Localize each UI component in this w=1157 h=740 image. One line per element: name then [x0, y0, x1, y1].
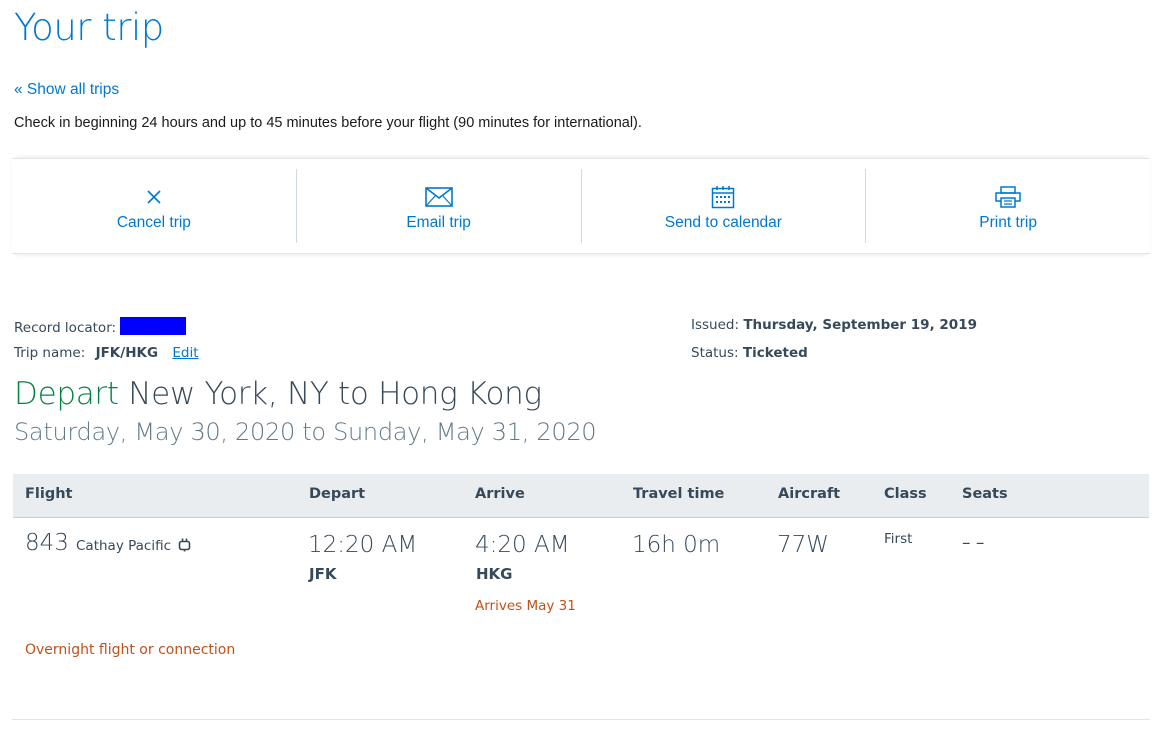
envelope-icon [424, 184, 453, 210]
arrives-next-day-note: Arrives May 31 [475, 598, 576, 614]
edit-trip-name-link[interactable]: Edit [172, 345, 198, 361]
travel-time: 16h 0m [632, 532, 721, 558]
flight-number: 843 [25, 530, 69, 556]
depart-time: 12:20 AM [308, 532, 418, 558]
issued-value: Thursday, September 19, 2019 [743, 317, 977, 333]
record-locator: Record locator: [14, 317, 187, 336]
column-travel-time: Travel time [633, 486, 725, 502]
power-outlet-icon [178, 537, 191, 556]
column-class: Class [884, 486, 927, 502]
column-arrive: Arrive [475, 486, 525, 502]
section-divider [12, 719, 1150, 721]
column-flight: Flight [25, 486, 73, 502]
arrive-airport: HKG [476, 565, 513, 583]
trip-name-value: JFK/HKG [95, 345, 159, 361]
seats-value: – – [962, 533, 985, 553]
status-label: Status: [691, 345, 739, 361]
trip-actions-bar: Cancel trip Email trip Send to calendar … [12, 158, 1150, 254]
column-seats: Seats [962, 486, 1008, 502]
print-trip-label: Print trip [979, 214, 1037, 231]
issued-label: Issued: [691, 317, 740, 333]
email-trip-label: Email trip [406, 214, 471, 231]
record-locator-label: Record locator: [14, 320, 117, 336]
close-icon [146, 184, 162, 210]
show-all-trips-link[interactable]: « Show all trips [14, 81, 119, 99]
calendar-icon [711, 184, 735, 210]
redacted-record-locator [120, 317, 187, 335]
page-title: Your trip [14, 6, 164, 49]
column-aircraft: Aircraft [778, 486, 841, 502]
ticket-status: Status: Ticketed [691, 345, 808, 361]
cancel-trip-button[interactable]: Cancel trip [12, 169, 296, 243]
overnight-note: Overnight flight or connection [25, 642, 236, 658]
flight-table-header: Flight Depart Arrive Travel time Aircraf… [13, 474, 1149, 518]
depart-airport: JFK [309, 565, 337, 583]
arrive-time: 4:20 AM [475, 532, 570, 558]
email-trip-button[interactable]: Email trip [295, 169, 581, 243]
cancel-trip-label: Cancel trip [116, 214, 191, 231]
flight-cell: 843 Cathay Pacific [25, 530, 191, 556]
route-text: New York, NY to Hong Kong [128, 376, 542, 412]
depart-word: Depart [14, 376, 119, 412]
checkin-note: Check in beginning 24 hours and up to 45… [14, 115, 642, 131]
status-value: Ticketed [742, 345, 808, 361]
issued-date: Issued: Thursday, September 19, 2019 [691, 317, 977, 333]
printer-icon [994, 184, 1022, 210]
column-depart: Depart [309, 486, 366, 502]
aircraft-type: 77W [777, 532, 830, 558]
send-to-calendar-label: Send to calendar [664, 214, 782, 231]
trip-name-label: Trip name: [14, 345, 86, 361]
route-dates: Saturday, May 30, 2020 to Sunday, May 31… [14, 418, 597, 446]
send-to-calendar-button[interactable]: Send to calendar [580, 169, 866, 243]
print-trip-button[interactable]: Print trip [865, 169, 1150, 243]
route-heading: Depart New York, NY to Hong Kong [14, 376, 542, 412]
airline-name: Cathay Pacific [76, 538, 172, 554]
cabin-class: First [884, 531, 913, 547]
trip-name: Trip name: JFK/HKG Edit [14, 345, 199, 361]
